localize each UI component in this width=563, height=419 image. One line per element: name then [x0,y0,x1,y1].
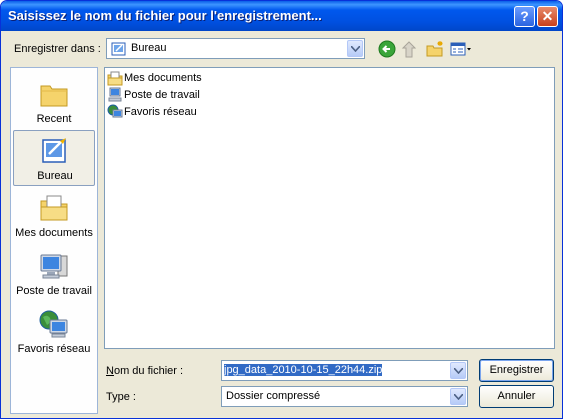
list-item-label: Favoris réseau [124,106,197,118]
place-desktop[interactable]: Bureau [13,130,95,186]
close-button[interactable]: ✕ [537,6,558,27]
network-places-icon [107,104,123,118]
filename-input-value[interactable]: jpg_data_2010-10-15_22h44.zip [224,364,383,376]
my-computer-icon [40,254,68,279]
place-label: Favoris réseau [17,343,91,355]
title-bar[interactable]: Saisissez le nom du fichier pour l'enreg… [1,1,562,31]
chevron-down-icon[interactable] [450,388,466,405]
place-label: Mes documents [15,227,93,239]
desktop-icon [111,42,126,56]
view-menu-icon[interactable] [449,39,473,59]
file-list[interactable]: Mes documents Poste de travail Favoris r… [104,67,555,349]
save-dialog: Saisissez le nom du fichier pour l'enreg… [0,0,563,419]
chevron-down-icon[interactable] [347,40,363,57]
place-my-computer[interactable]: Poste de travail [13,246,95,302]
list-item-label: Mes documents [124,72,202,84]
place-my-documents[interactable]: Mes documents [13,188,95,244]
place-label: Bureau [37,170,73,182]
place-label: Poste de travail [16,285,92,297]
save-in-dropdown[interactable]: Bureau [106,38,365,59]
filename-label: Nom du fichier : [106,365,184,377]
filetype-label: Type : [106,391,136,403]
filetype-value: Dossier compressé [226,390,321,402]
place-recent[interactable]: Recent [13,74,95,130]
save-in-value: Bureau [131,42,167,54]
places-bar: Recent Bureau Mes documents Poste de tra… [10,67,98,414]
save-in-label: Enregistrer dans : [14,43,101,55]
dialog-title: Saisissez le nom du fichier pour l'enreg… [8,8,322,23]
up-folder-icon[interactable] [401,39,421,59]
recent-folder-icon [40,85,68,107]
new-folder-icon[interactable] [425,39,445,59]
my-documents-icon [107,71,123,86]
filename-field[interactable]: jpg_data_2010-10-15_22h44.zip [221,360,468,381]
desktop-icon [42,138,66,163]
place-label: Recent [36,113,72,125]
place-network[interactable]: Favoris réseau [13,304,95,360]
cancel-button[interactable]: Annuler [479,385,554,408]
my-computer-icon [108,87,122,102]
my-documents-icon [40,195,68,221]
network-places-icon [39,310,68,338]
chevron-down-icon[interactable] [450,362,466,379]
list-item-label: Poste de travail [124,89,200,101]
save-button[interactable]: Enregistrer [479,359,554,382]
help-button[interactable]: ? [514,6,535,27]
back-icon[interactable] [377,39,397,59]
filename-label-text: om du fichier : [113,365,184,377]
filetype-dropdown[interactable]: Dossier compressé [221,386,468,407]
